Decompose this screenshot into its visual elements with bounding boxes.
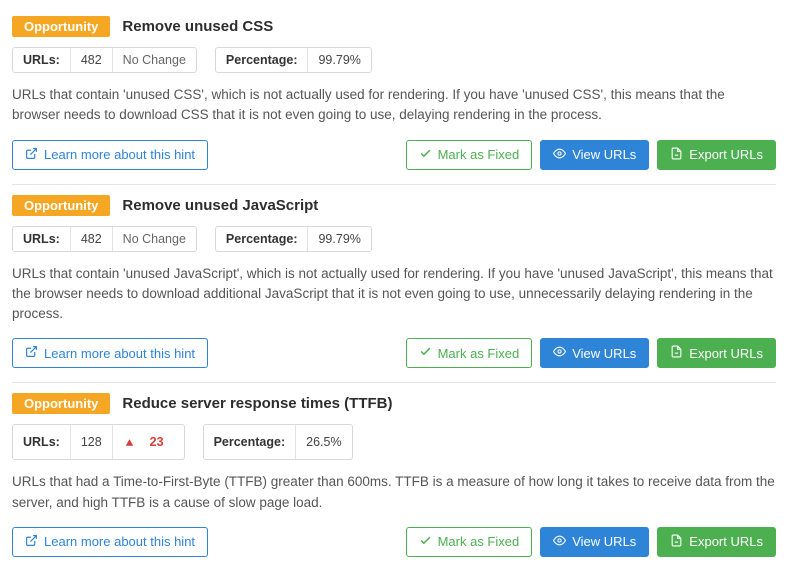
- view-urls-button[interactable]: View URLs: [540, 338, 649, 368]
- urls-label: URLs:: [13, 425, 71, 459]
- file-icon: [670, 147, 683, 163]
- learn-more-label: Learn more about this hint: [44, 346, 195, 361]
- hint-card: Opportunity Remove unused CSS URLs:482No C…: [12, 6, 776, 185]
- change-none: No Change: [113, 48, 196, 72]
- learn-more-button[interactable]: Learn more about this hint: [12, 527, 208, 557]
- percentage-stat: Percentage:99.79%: [215, 226, 372, 252]
- urls-value: 128: [71, 425, 113, 459]
- check-icon: [419, 345, 432, 361]
- percentage-value: 99.79%: [308, 48, 370, 72]
- hint-description: URLs that had a Time-to-First-Byte (TTFB…: [12, 472, 776, 513]
- urls-value: 482: [71, 227, 113, 251]
- percentage-label: Percentage:: [204, 425, 297, 459]
- change-none: No Change: [113, 227, 196, 251]
- check-icon: [419, 534, 432, 550]
- export-urls-label: Export URLs: [689, 346, 763, 361]
- hint-card: Opportunity Reduce server response times …: [12, 383, 776, 571]
- external-link-icon: [25, 345, 38, 361]
- view-urls-button[interactable]: View URLs: [540, 527, 649, 557]
- file-icon: [670, 534, 683, 550]
- learn-more-label: Learn more about this hint: [44, 147, 195, 162]
- view-urls-label: View URLs: [572, 346, 636, 361]
- export-urls-label: Export URLs: [689, 534, 763, 549]
- opportunity-badge: Opportunity: [12, 195, 110, 216]
- hint-card: Opportunity Remove unused JavaScript URLs:…: [12, 185, 776, 384]
- mark-fixed-label: Mark as Fixed: [438, 147, 520, 162]
- export-urls-button[interactable]: Export URLs: [657, 527, 776, 557]
- hint-title: Remove unused CSS: [122, 18, 273, 35]
- check-icon: [419, 147, 432, 163]
- percentage-stat: Percentage:26.5%: [203, 424, 353, 460]
- percentage-value: 26.5%: [296, 425, 351, 459]
- urls-label: URLs:: [13, 48, 71, 72]
- hint-description: URLs that contain 'unused JavaScript', w…: [12, 264, 776, 325]
- hint-description: URLs that contain 'unused CSS', which is…: [12, 85, 776, 126]
- external-link-icon: [25, 147, 38, 163]
- opportunity-badge: Opportunity: [12, 393, 110, 414]
- hint-title: Remove unused JavaScript: [122, 197, 318, 214]
- opportunity-badge: Opportunity: [12, 16, 110, 37]
- eye-icon: [553, 147, 566, 163]
- export-urls-button[interactable]: Export URLs: [657, 338, 776, 368]
- percentage-stat: Percentage:99.79%: [215, 47, 372, 73]
- eye-icon: [553, 345, 566, 361]
- view-urls-label: View URLs: [572, 147, 636, 162]
- export-urls-label: Export URLs: [689, 147, 763, 162]
- percentage-label: Percentage:: [216, 48, 309, 72]
- learn-more-button[interactable]: Learn more about this hint: [12, 140, 208, 170]
- percentage-label: Percentage:: [216, 227, 309, 251]
- percentage-value: 99.79%: [308, 227, 370, 251]
- mark-fixed-label: Mark as Fixed: [438, 534, 520, 549]
- urls-label: URLs:: [13, 227, 71, 251]
- urls-value: 482: [71, 48, 113, 72]
- mark-fixed-label: Mark as Fixed: [438, 346, 520, 361]
- external-link-icon: [25, 534, 38, 550]
- file-icon: [670, 345, 683, 361]
- mark-fixed-button[interactable]: Mark as Fixed: [406, 527, 533, 557]
- view-urls-button[interactable]: View URLs: [540, 140, 649, 170]
- urls-stat: URLs:482No Change: [12, 226, 197, 252]
- change-up: 23: [113, 425, 184, 459]
- learn-more-label: Learn more about this hint: [44, 534, 195, 549]
- eye-icon: [553, 534, 566, 550]
- learn-more-button[interactable]: Learn more about this hint: [12, 338, 208, 368]
- hint-title: Reduce server response times (TTFB): [122, 395, 392, 412]
- mark-fixed-button[interactable]: Mark as Fixed: [406, 140, 533, 170]
- urls-stat: URLs:12823: [12, 424, 185, 460]
- mark-fixed-button[interactable]: Mark as Fixed: [406, 338, 533, 368]
- view-urls-label: View URLs: [572, 534, 636, 549]
- export-urls-button[interactable]: Export URLs: [657, 140, 776, 170]
- urls-stat: URLs:482No Change: [12, 47, 197, 73]
